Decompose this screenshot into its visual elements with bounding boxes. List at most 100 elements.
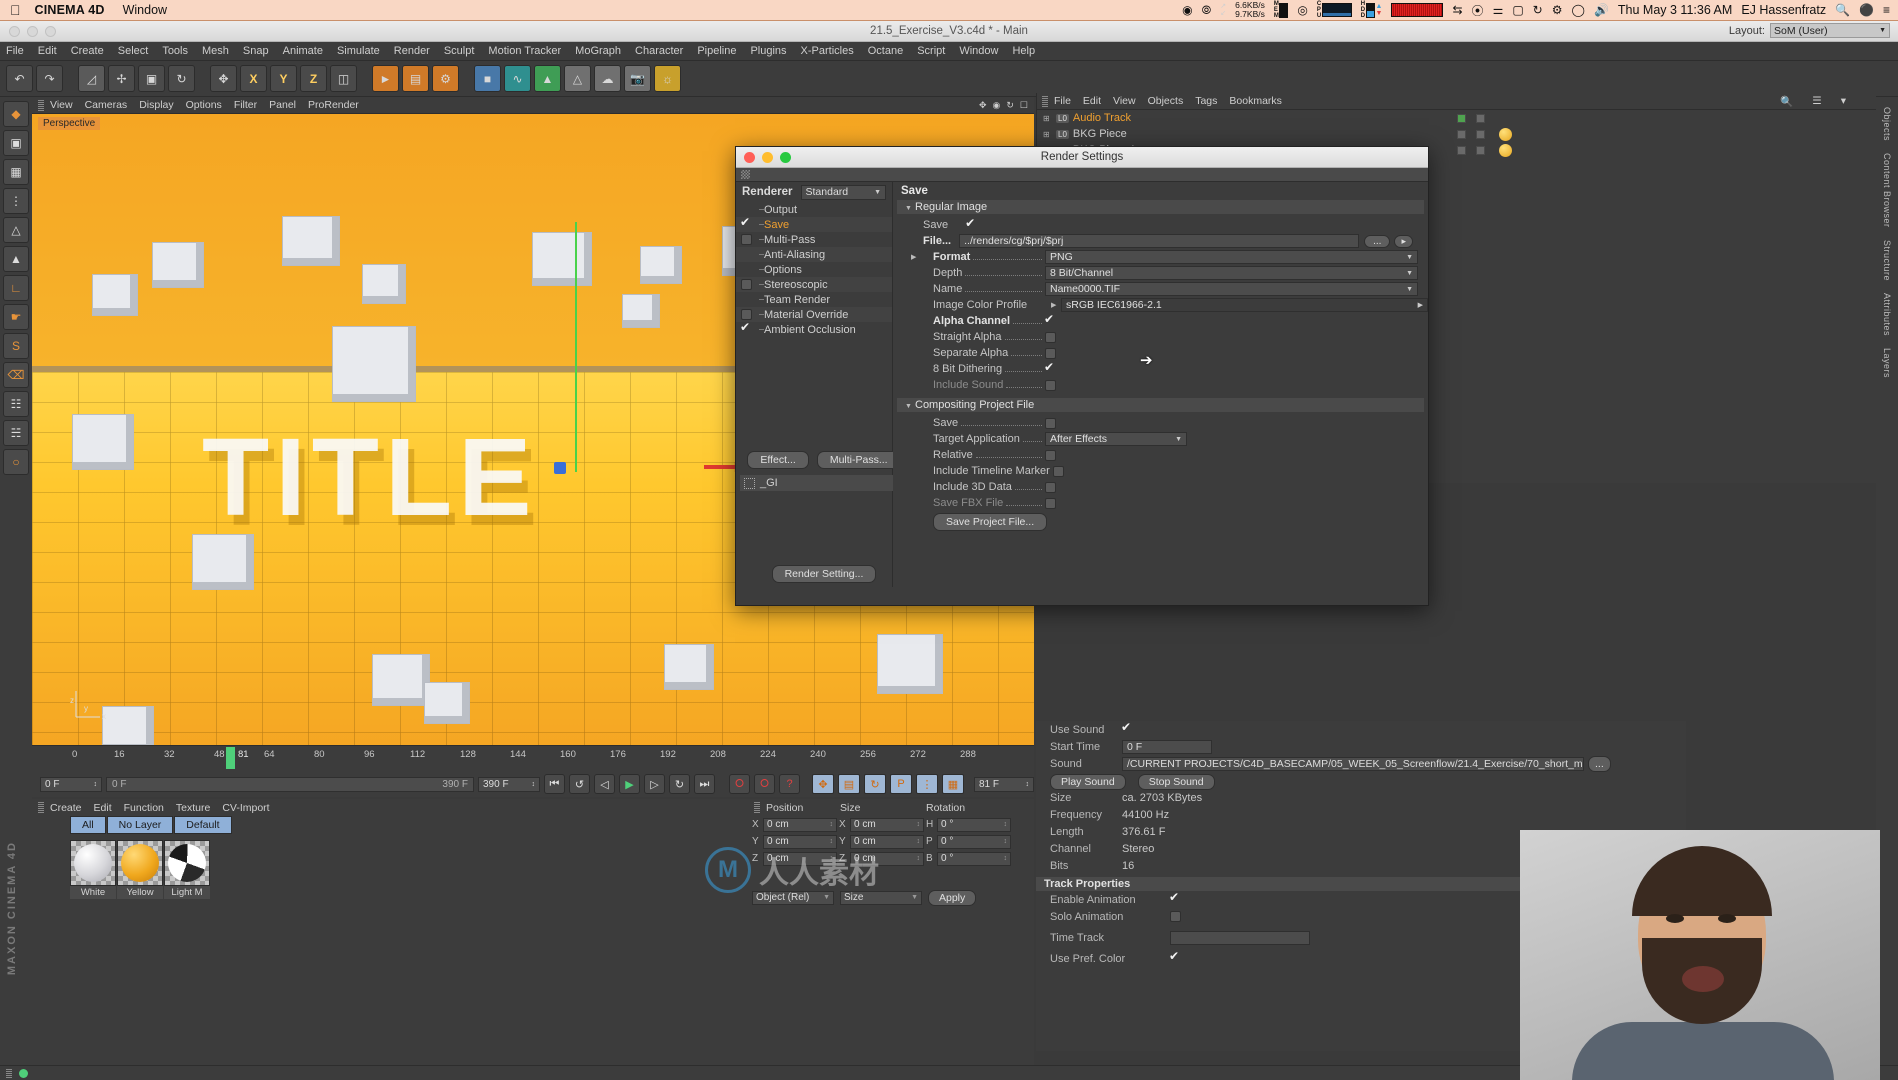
- z-axis-lock-icon[interactable]: Z: [300, 65, 327, 92]
- material-item[interactable]: Light M: [164, 840, 210, 899]
- axis-gizmo-origin[interactable]: [554, 462, 566, 474]
- render-nav-options[interactable]: Options: [736, 262, 892, 277]
- scene-cube[interactable]: [532, 232, 592, 286]
- scene-cube[interactable]: [877, 634, 943, 694]
- material-tag-icon[interactable]: [1499, 127, 1512, 141]
- row-image-color-profile[interactable]: Image Color Profile ▶ sRGB IEC61966-2.1 …: [893, 297, 1428, 313]
- redo-icon[interactable]: ↷: [36, 65, 63, 92]
- renderer-select[interactable]: Standard ▼: [800, 184, 886, 200]
- chevron-down-icon[interactable]: ▼: [905, 403, 915, 410]
- workplane-icon[interactable]: ⌫: [3, 362, 29, 388]
- istat-menus-icon[interactable]: ◎: [1297, 3, 1307, 17]
- tab-structure[interactable]: Structure: [1882, 234, 1892, 287]
- viewport-solo-icon[interactable]: S: [3, 333, 29, 359]
- y-axis-lock-icon[interactable]: Y: [270, 65, 297, 92]
- render-nav-ambient-occlusion[interactable]: Ambient Occlusion: [736, 320, 892, 337]
- scene-cube[interactable]: [332, 326, 416, 402]
- render-settings-dialog[interactable]: Render Settings Renderer Standard ▼ Outp…: [735, 146, 1429, 606]
- axis-gizmo-y[interactable]: [575, 222, 577, 472]
- timeline-start-field[interactable]: 0 F ↕: [40, 776, 102, 792]
- use-sound-checkbox[interactable]: [1121, 720, 1133, 735]
- enable-animation-checkbox[interactable]: [1169, 890, 1181, 905]
- visible-editor-dot[interactable]: [1457, 113, 1466, 123]
- network-monitor-icon[interactable]: [1391, 3, 1444, 17]
- visible-render-dot[interactable]: [1476, 113, 1485, 123]
- visible-editor-dot[interactable]: [1457, 145, 1466, 155]
- timeline-ruler[interactable]: 0 16 32 48 64 80 96 112 128 144 160 176 …: [32, 745, 1034, 771]
- layer-filter-default[interactable]: Default: [174, 816, 232, 834]
- target-app-select[interactable]: After Effects ▼: [1045, 432, 1187, 446]
- snap-icon[interactable]: ☷: [3, 391, 29, 417]
- texture-mode-icon[interactable]: ▦: [3, 159, 29, 185]
- material-thumbnail[interactable]: [164, 840, 210, 886]
- menu-select[interactable]: Select: [118, 45, 149, 57]
- alpha-channel-checkbox[interactable]: [1044, 312, 1056, 327]
- object-row-bkg-piece[interactable]: ⊞ L0 BKG Piece: [1037, 126, 1876, 142]
- x-axis-lock-icon[interactable]: X: [240, 65, 267, 92]
- filter-icon[interactable]: ☰: [1812, 95, 1821, 108]
- zoom-view-icon[interactable]: ◉: [993, 100, 1001, 111]
- material-item[interactable]: White: [70, 840, 116, 899]
- format-select[interactable]: PNG ▼: [1045, 250, 1418, 264]
- visible-render-dot[interactable]: [1476, 129, 1485, 139]
- sound-browse-button[interactable]: ...: [1588, 755, 1611, 772]
- render-nav-anti-aliasing[interactable]: Anti-Aliasing: [736, 247, 892, 262]
- timeline-playhead[interactable]: [226, 747, 235, 769]
- scene-cube[interactable]: [640, 246, 682, 284]
- material-tag-icon[interactable]: [1499, 143, 1512, 157]
- macos-menu-window[interactable]: Window: [123, 3, 167, 17]
- row-8bit-dithering[interactable]: 8 Bit Dithering: [893, 360, 1428, 377]
- chevron-right-icon[interactable]: ▶: [911, 253, 921, 261]
- scene-cube[interactable]: [372, 654, 430, 706]
- render-effect-item-gi[interactable]: _GI: [740, 475, 908, 491]
- viewport-menu-view[interactable]: View: [50, 99, 73, 111]
- object-name[interactable]: Audio Track: [1073, 112, 1131, 124]
- position-key-icon[interactable]: ✥: [812, 774, 834, 794]
- comp-save-checkbox[interactable]: [1045, 417, 1056, 429]
- rotation-p-field[interactable]: 0 ° ↕: [937, 834, 1011, 849]
- object-name[interactable]: BKG Piece: [1073, 128, 1127, 140]
- scene-cube[interactable]: [424, 682, 470, 724]
- object-visibility-dots[interactable]: [1457, 145, 1485, 155]
- viewport-menu-prorender[interactable]: ProRender: [308, 99, 359, 111]
- render-nav-team-render[interactable]: Team Render: [736, 292, 892, 307]
- render-nav-checkbox[interactable]: [741, 234, 752, 245]
- deformer-icon[interactable]: △: [564, 65, 591, 92]
- model-mode-icon[interactable]: ▣: [3, 130, 29, 156]
- cube-primitive-icon[interactable]: ■: [474, 65, 501, 92]
- scene-cube[interactable]: [192, 534, 254, 590]
- rotate-icon[interactable]: ↻: [168, 65, 195, 92]
- start-time-row[interactable]: Start Time 0 F: [1036, 738, 1686, 755]
- menu-bar-user[interactable]: EJ Hassenfratz: [1741, 3, 1826, 17]
- layer-filter-no-layer[interactable]: No Layer: [106, 816, 174, 834]
- spline-icon[interactable]: ∿: [504, 65, 531, 92]
- menu-plugins[interactable]: Plugins: [750, 45, 786, 57]
- tab-objects[interactable]: Objects: [1882, 101, 1892, 147]
- pan-view-icon[interactable]: ✥: [979, 100, 987, 111]
- visible-editor-dot[interactable]: [1457, 129, 1466, 139]
- light-icon[interactable]: ☼: [654, 65, 681, 92]
- save-project-file-button[interactable]: Save Project File...: [933, 513, 1048, 531]
- menu-render[interactable]: Render: [394, 45, 430, 57]
- row-depth[interactable]: Depth 8 Bit/Channel ▼: [893, 265, 1428, 281]
- render-setting-button[interactable]: Render Setting...: [771, 565, 877, 583]
- start-time-field[interactable]: 0 F: [1122, 739, 1212, 754]
- play-icon[interactable]: ▶: [619, 774, 640, 794]
- menu-snap[interactable]: Snap: [243, 45, 269, 57]
- object-row-audio-track[interactable]: ⊞ L0 Audio Track: [1037, 110, 1876, 126]
- panel-grip-icon[interactable]: [741, 170, 750, 179]
- menu-file[interactable]: File: [6, 45, 24, 57]
- material-menu-cv-import[interactable]: CV-Import: [222, 802, 269, 814]
- row-regular-save[interactable]: Save: [893, 216, 1428, 233]
- render-nav-checkbox[interactable]: [740, 320, 752, 335]
- step-back-icon[interactable]: ◁: [594, 774, 615, 794]
- viewport-menu-filter[interactable]: Filter: [234, 99, 257, 111]
- move-icon[interactable]: ✢: [108, 65, 135, 92]
- menu-help[interactable]: Help: [1012, 45, 1035, 57]
- menu-octane[interactable]: Octane: [868, 45, 903, 57]
- object-visibility-dots[interactable]: [1457, 129, 1485, 139]
- menu-sculpt[interactable]: Sculpt: [444, 45, 475, 57]
- material-menu-texture[interactable]: Texture: [176, 802, 210, 814]
- live-selection-icon[interactable]: ◿: [78, 65, 105, 92]
- lock-axis-icon[interactable]: ○: [3, 449, 29, 475]
